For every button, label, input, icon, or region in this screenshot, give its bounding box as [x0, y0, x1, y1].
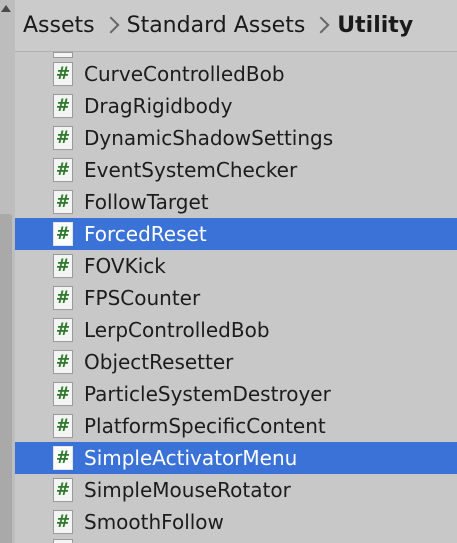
- csharp-script-icon: #: [53, 382, 73, 406]
- list-item-selected[interactable]: # SimpleActivatorMenu: [15, 442, 457, 474]
- scrollbar-thumb[interactable]: [0, 214, 12, 543]
- file-name: DragRigidbody: [84, 94, 233, 118]
- csharp-script-icon: #: [53, 318, 73, 342]
- file-name: FOVKick: [84, 254, 166, 278]
- chevron-right-icon: [102, 16, 120, 33]
- partial-script-icon-bottom: [53, 539, 73, 543]
- file-name: SimpleActivatorMenu: [84, 446, 298, 470]
- left-panel-scrollbar[interactable]: [0, 0, 15, 543]
- csharp-script-icon: #: [53, 62, 73, 86]
- breadcrumb-item-utility[interactable]: Utility: [337, 12, 413, 40]
- list-item[interactable]: # CurveControlledBob: [15, 58, 457, 90]
- list-item[interactable]: # FPSCounter: [15, 282, 457, 314]
- file-name: FPSCounter: [84, 286, 201, 310]
- list-item[interactable]: # FOVKick: [15, 250, 457, 282]
- csharp-script-icon: #: [53, 126, 73, 150]
- csharp-script-icon: #: [53, 94, 73, 118]
- chevron-right-icon: [312, 16, 330, 33]
- list-item[interactable]: # EventSystemChecker: [15, 154, 457, 186]
- csharp-script-icon: #: [53, 286, 73, 310]
- list-item[interactable]: # LerpControlledBob: [15, 314, 457, 346]
- breadcrumb-item-assets[interactable]: Assets: [23, 12, 95, 40]
- breadcrumb-bar: Assets Standard Assets Utility: [15, 0, 457, 52]
- file-name: ForcedReset: [84, 222, 207, 246]
- list-item[interactable]: # ObjectResetter: [15, 346, 457, 378]
- list-item-selected[interactable]: # ForcedReset: [15, 218, 457, 250]
- csharp-script-icon: #: [53, 254, 73, 278]
- list-item[interactable]: # SmoothFollow: [15, 506, 457, 538]
- breadcrumb-item-standard-assets[interactable]: Standard Assets: [127, 12, 306, 40]
- file-name: ObjectResetter: [84, 350, 234, 374]
- csharp-script-icon: #: [53, 190, 73, 214]
- asset-file-list: # CurveControlledBob # DragRigidbody # D…: [15, 52, 457, 543]
- csharp-script-icon: #: [53, 510, 73, 534]
- file-name: EventSystemChecker: [84, 158, 298, 182]
- list-item[interactable]: # SimpleMouseRotator: [15, 474, 457, 506]
- file-name: CurveControlledBob: [84, 62, 285, 86]
- list-item[interactable]: # ParticleSystemDestroyer: [15, 378, 457, 410]
- csharp-script-icon: #: [53, 478, 73, 502]
- file-name: DynamicShadowSettings: [84, 126, 334, 150]
- csharp-script-icon: #: [53, 414, 73, 438]
- csharp-script-icon: #: [53, 350, 73, 374]
- list-item[interactable]: # DynamicShadowSettings: [15, 122, 457, 154]
- file-name: LerpControlledBob: [84, 318, 270, 342]
- file-name: FollowTarget: [84, 190, 209, 214]
- file-name: SmoothFollow: [84, 510, 224, 534]
- csharp-script-icon: #: [53, 158, 73, 182]
- list-item[interactable]: # DragRigidbody: [15, 90, 457, 122]
- list-item[interactable]: # PlatformSpecificContent: [15, 410, 457, 442]
- scroll-up-arrow-icon[interactable]: [1, 5, 11, 12]
- file-name: PlatformSpecificContent: [84, 414, 326, 438]
- breadcrumb: Assets Standard Assets Utility: [23, 12, 413, 40]
- csharp-script-icon: #: [53, 446, 73, 470]
- csharp-script-icon: #: [53, 222, 73, 246]
- file-name: ParticleSystemDestroyer: [84, 382, 331, 406]
- list-item[interactable]: # FollowTarget: [15, 186, 457, 218]
- file-name: SimpleMouseRotator: [84, 478, 291, 502]
